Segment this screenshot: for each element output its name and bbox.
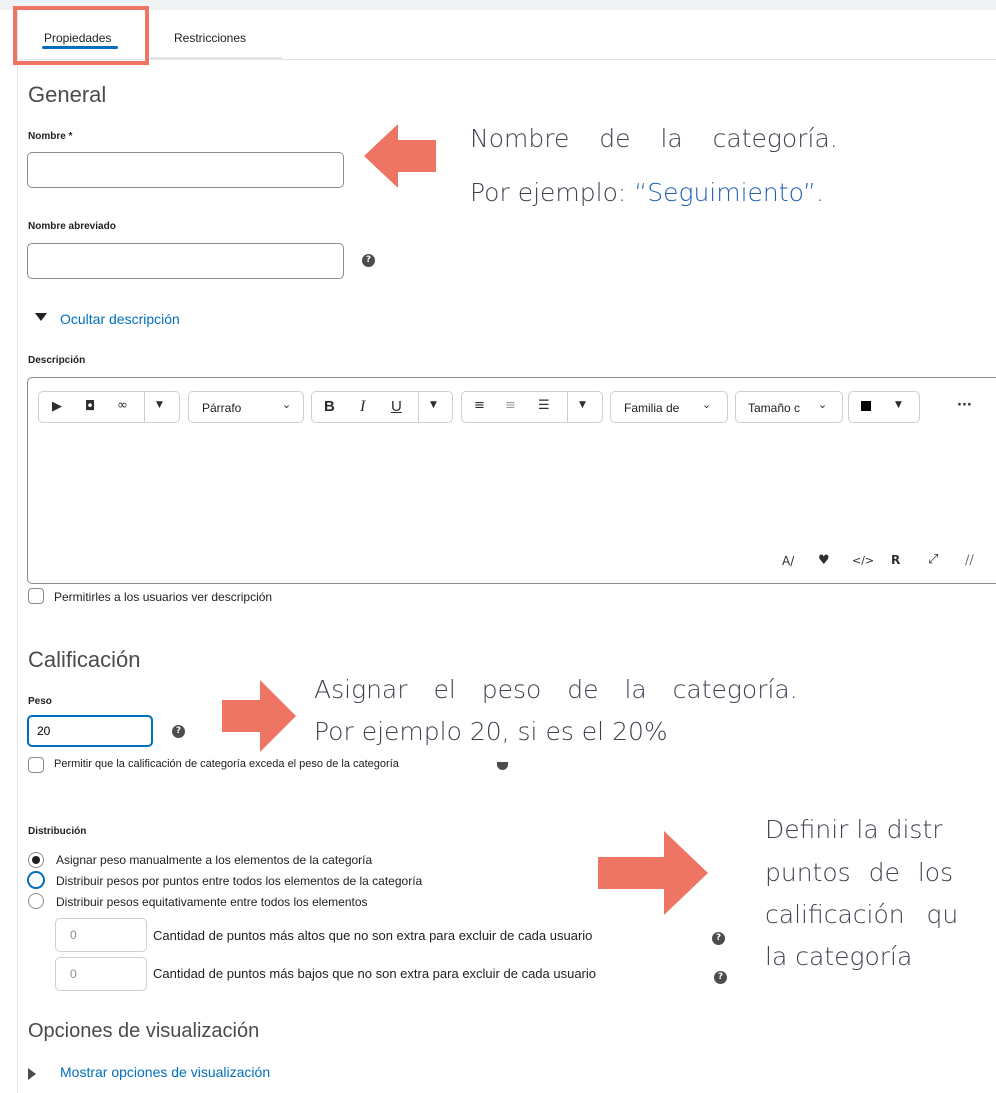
short-name-label: Nombre abreviado (28, 221, 116, 232)
allow-exceed-label: Permitir que la calificación de categorí… (54, 758, 399, 770)
name-label: Nombre * (28, 131, 73, 142)
name-input[interactable] (27, 152, 344, 188)
weight-input[interactable] (27, 715, 153, 747)
caret-right-icon (28, 1068, 36, 1080)
annotation-arrow-right-large (598, 831, 708, 915)
tab-underline-inactive (150, 57, 282, 59)
annotation-dist-line2: puntos de los (765, 858, 954, 887)
tabs-divider (18, 59, 996, 60)
allow-exceed-checkbox[interactable] (28, 757, 44, 773)
annotation-arrow-right (222, 680, 296, 752)
chevron-down-icon: ⌄ (702, 398, 712, 411)
chevron-down-icon[interactable]: ▼ (579, 400, 586, 410)
radio-by-points[interactable] (27, 871, 45, 889)
annotation-name-line1: Nombre de la categoría. (470, 124, 990, 153)
radio-equally[interactable] (28, 893, 44, 909)
chevron-down-icon: ▼ (895, 400, 902, 410)
show-display-options-link[interactable]: Mostrar opciones de visualización (60, 1064, 270, 1080)
annotation-dist-line1: Definir la distr (765, 815, 943, 844)
indent-icon[interactable]: ≡ (474, 398, 485, 413)
chevron-down-icon[interactable]: ▼ (430, 400, 437, 410)
toolbar-separator (418, 392, 419, 422)
weight-label: Peso (28, 696, 52, 707)
section-grading-title: Calificación (28, 647, 141, 672)
bulleted-list-icon[interactable]: ☰ (538, 398, 550, 413)
help-icon[interactable]: ? (362, 254, 375, 267)
annotation-name-example: “Seguimiento”. (634, 178, 824, 207)
resize-handle-icon[interactable]: ∕∕ (965, 553, 974, 568)
radio-dot (32, 856, 40, 864)
source-code-icon[interactable]: </> (852, 554, 874, 567)
help-icon[interactable]: ? (714, 971, 727, 984)
chevron-down-icon: ⌄ (282, 398, 292, 411)
chevron-down-icon: ⌄ (818, 398, 828, 411)
annotation-weight-line1: Asignar el peso de la categoría. (314, 675, 798, 704)
video-icon[interactable]: ▶ (52, 399, 62, 414)
camera-icon[interactable]: ◘ (85, 399, 95, 414)
tab-restricciones[interactable]: Restricciones (174, 31, 246, 45)
radio-by-points-label: Distribuir pesos por puntos entre todos … (56, 874, 423, 888)
section-general-title: General (28, 82, 107, 107)
annotation-name-line1-text: Nombre de la categoría. (470, 124, 838, 153)
annotation-name-prefix: Por ejemplo: (470, 178, 635, 207)
underline-icon[interactable]: U (391, 398, 402, 415)
drop-highest-input[interactable] (55, 918, 147, 952)
annotation-name-line2: Por ejemplo: “Seguimiento”. (470, 178, 824, 207)
hide-description-link[interactable]: Ocultar descripción (60, 311, 180, 327)
tab-highlight-box (13, 6, 149, 65)
chevron-down-icon[interactable]: ▼ (156, 400, 163, 410)
font-size-label: Tamaño c (748, 401, 801, 415)
annotation-dist-line3: calificación qu (765, 900, 959, 929)
fullscreen-icon[interactable]: ⤢ (928, 552, 938, 567)
description-label: Descripción (28, 355, 86, 366)
paragraph-label: Párrafo (202, 401, 242, 415)
annotation-dist-line4: la categoría (765, 942, 913, 971)
more-options-icon[interactable]: ··· (957, 398, 972, 413)
drop-lowest-input[interactable] (55, 957, 147, 991)
radio-manual-label: Asignar peso manualmente a los elementos… (56, 853, 373, 867)
left-border (17, 10, 18, 1093)
outdent-icon[interactable]: ≡ (505, 398, 516, 413)
bold-icon[interactable]: B (324, 398, 335, 415)
text-color-dropdown[interactable] (848, 391, 920, 423)
preview-icon[interactable]: 𝗥 (891, 553, 900, 567)
annotation-weight-line2: Por ejemplo 20, si es el 20% (314, 717, 668, 746)
help-icon[interactable] (497, 762, 508, 770)
toolbar-separator (567, 392, 568, 422)
italic-icon[interactable]: I (360, 398, 365, 416)
help-icon[interactable]: ? (172, 725, 185, 738)
spellcheck-icon[interactable]: A/ (782, 554, 794, 568)
color-swatch-icon (861, 401, 871, 411)
allow-exceed-clip: Permitir que la calificación de categorí… (54, 758, 494, 770)
annotation-arrow-left (364, 124, 436, 188)
toolbar-separator (144, 392, 145, 422)
drop-highest-label: Cantidad de puntos más altos que no son … (153, 928, 593, 943)
drop-lowest-label: Cantidad de puntos más bajos que no son … (153, 966, 597, 981)
allow-view-description-label: Permitirles a los usuarios ver descripci… (54, 590, 273, 604)
short-name-input[interactable] (27, 243, 344, 279)
radio-equally-label: Distribuir pesos equitativamente entre t… (56, 895, 368, 909)
caret-down-icon (35, 313, 47, 321)
allow-view-description-checkbox[interactable] (28, 588, 44, 604)
font-family-label: Familia de (624, 401, 680, 415)
distribution-label: Distribución (28, 826, 87, 837)
radio-manual[interactable] (28, 852, 44, 868)
top-strip (0, 0, 996, 10)
link-icon[interactable]: ∞ (117, 398, 128, 413)
help-icon[interactable]: ? (712, 932, 725, 945)
section-display-title: Opciones de visualización (28, 1020, 260, 1042)
accessibility-check-icon[interactable]: ♥ (818, 553, 830, 568)
